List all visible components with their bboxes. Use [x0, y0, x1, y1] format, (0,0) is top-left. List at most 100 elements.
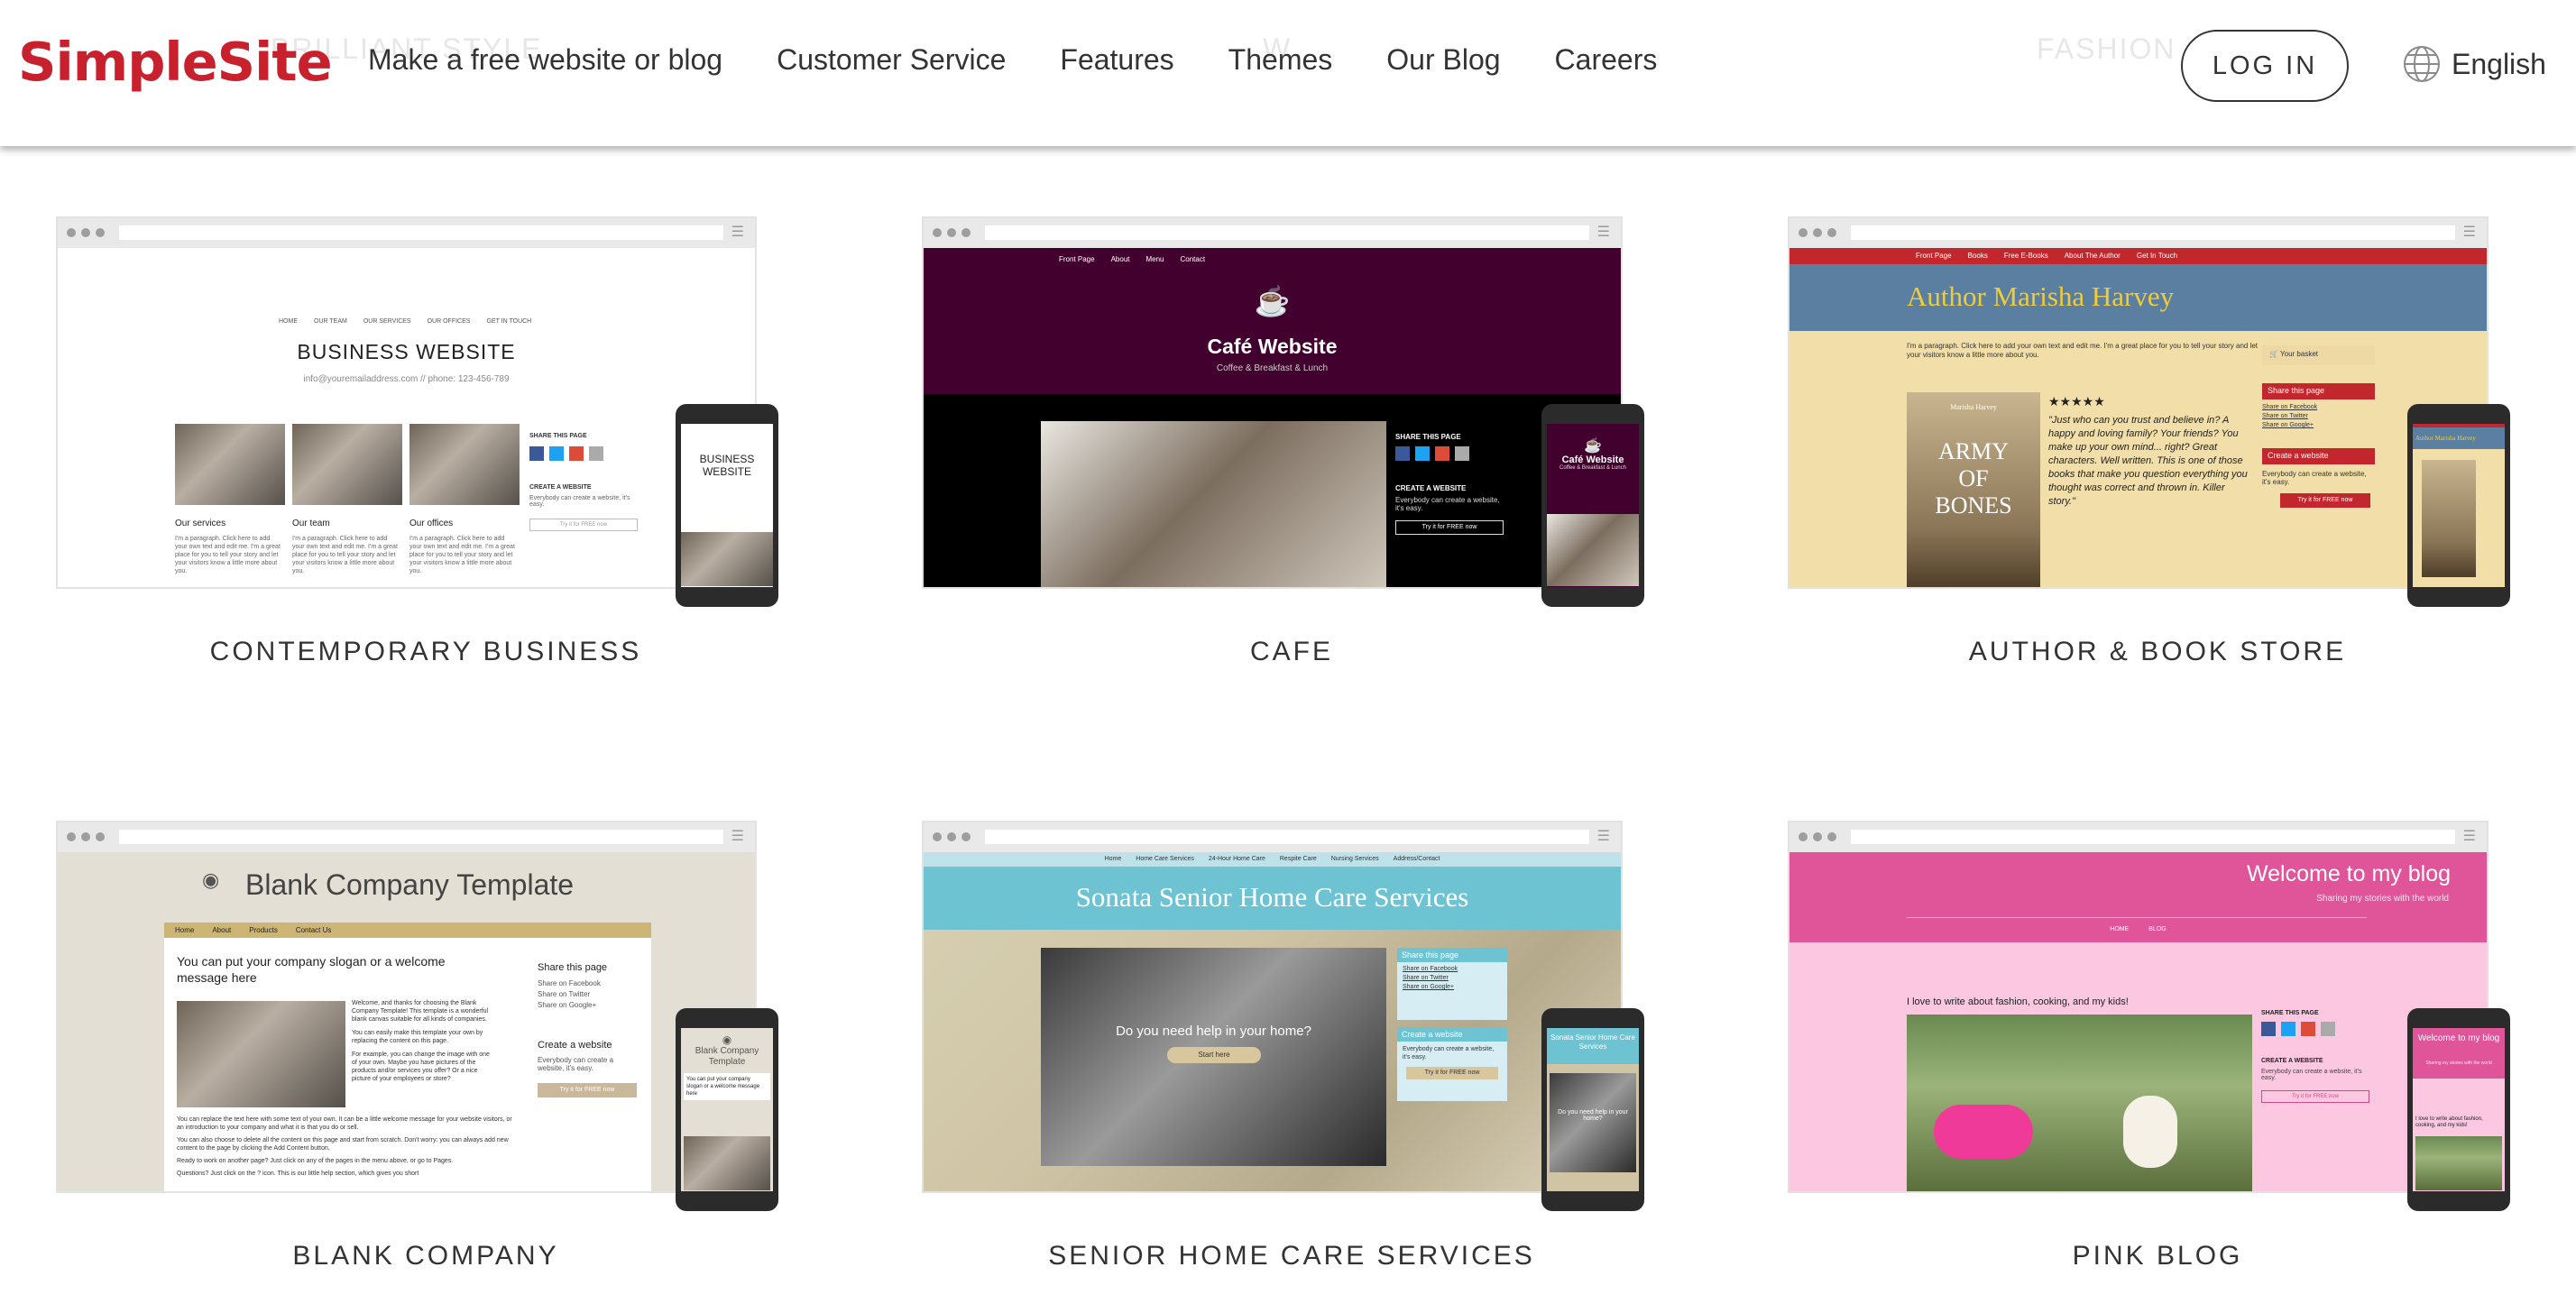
mobile-preview: ☕ Café Website Coffee & Breakfast & Lunc… [1541, 404, 1644, 607]
share-heading: SHARE THIS PAGE [1395, 433, 1461, 441]
site-nav-item: About [1110, 255, 1130, 263]
desktop-preview: ☰ ◉ Blank Company Template Home About Pr… [56, 821, 757, 1193]
start-here-button: Start here [1167, 1047, 1261, 1063]
share-link: Share on Facebook [2262, 404, 2318, 410]
site-nav-item: About [212, 926, 232, 934]
body-text: You can also choose to delete all the co… [177, 1137, 509, 1152]
create-heading: CREATE A WEBSITE [529, 484, 592, 491]
office-photo [175, 424, 285, 505]
body-text: Welcome, and thanks for choosing the Bla… [352, 1000, 489, 1023]
site-nav-item: HOME [2110, 926, 2130, 932]
login-button[interactable]: LOG IN [2181, 30, 2349, 102]
rating-stars: ★★★★★ [2048, 394, 2105, 409]
hero-text: Do you need help in your home? [1116, 1024, 1311, 1039]
nav-customer-service[interactable]: Customer Service [777, 43, 1006, 77]
phone-site-title: Author Marisha Harvey [2413, 427, 2505, 449]
template-card-blank-company[interactable]: ☰ ◉ Blank Company Template Home About Pr… [56, 821, 796, 1290]
site-nav-item: OUR OFFICES [427, 318, 471, 325]
share-link: Share on Twitter [2262, 413, 2308, 419]
simplesite-logo[interactable]: SimpleSite [18, 31, 333, 93]
template-card-senior-home-care[interactable]: ☰ Home Home Care Services 24-Hour Home C… [922, 821, 1661, 1290]
template-caption[interactable]: SENIOR HOME CARE SERVICES [922, 1241, 1661, 1272]
site-title: Author Marisha Harvey [1907, 280, 2175, 312]
template-card-pink-blog[interactable]: ☰ Welcome to my blog Sharing my stories … [1788, 821, 2527, 1290]
book-quote: "Just who can you trust and believe in? … [2048, 415, 2248, 507]
desktop-preview: ☰ HOME OUR TEAM OUR SERVICES OUR OFFICES… [56, 216, 757, 589]
create-heading: Create a website [1397, 1027, 1507, 1042]
phone-site-subtitle: Coffee & Breakfast & Lunch [1559, 465, 1626, 471]
coffee-cup-icon: ☕ [1584, 438, 1602, 454]
cta-button: Try it for FREE now [1395, 520, 1504, 535]
office-photo [409, 424, 520, 505]
cta-button: Try it for FREE now [2261, 1090, 2369, 1103]
site-nav-item: OUR SERVICES [363, 318, 411, 325]
share-heading: Share this page [2262, 383, 2375, 399]
create-text: Everybody can create a website, it's eas… [2261, 1069, 2362, 1081]
cta-button: Try it for FREE now [538, 1083, 637, 1097]
site-nav-item: Home Care Services [1136, 856, 1194, 862]
site-nav-item: Free E-Books [2003, 252, 2048, 260]
globe-icon [2404, 46, 2440, 82]
phone-site-title: Sonata Senior Home Care Services [1547, 1028, 1639, 1064]
nav-careers[interactable]: Careers [1555, 43, 1658, 77]
nav-themes[interactable]: Themes [1228, 43, 1333, 77]
phone-subtitle: Sharing my stories with the world [2425, 1060, 2492, 1066]
mobile-preview: Welcome to my blog Sharing my stories wi… [2407, 1008, 2510, 1211]
body-text: Questions? Just click on the ? icon. Thi… [177, 1171, 419, 1177]
coffee-cup-icon: ☕ [1254, 285, 1291, 317]
col-heading: Our services [175, 519, 226, 528]
template-caption[interactable]: CAFE [922, 637, 1661, 667]
browser-bar: ☰ [58, 822, 755, 852]
desktop-preview: ☰ Front Page About Menu Contact ☕ Café W… [922, 216, 1623, 589]
phone-site-title: Blank Company Template [695, 1046, 759, 1067]
site-header: BRILLIANT STYLE W FASHION SimpleSite Mak… [0, 0, 2576, 146]
template-caption[interactable]: BLANK COMPANY [56, 1241, 796, 1272]
share-link: Share on Google+ [538, 1001, 597, 1009]
create-text: Everybody can create a website, it's eas… [538, 1056, 614, 1072]
share-link: Share on Facebook [538, 979, 601, 987]
site-nav-item: BLOG [2148, 926, 2167, 932]
site-nav-item: Front Page [1059, 255, 1095, 263]
site-title: BUSINESS WEBSITE [297, 340, 516, 363]
site-nav-item: Address/Contact [1393, 856, 1440, 862]
template-card-cafe[interactable]: ☰ Front Page About Menu Contact ☕ Café W… [922, 216, 1661, 685]
company-slogan: You can put your company slogan or a wel… [177, 954, 446, 985]
site-title: Welcome to my blog [2246, 861, 2451, 886]
basket-box: 🛒 Your basket [2262, 345, 2375, 365]
phone-hero-text: Do you need help in your home? [1558, 1109, 1628, 1122]
browser-bar: ☰ [1789, 822, 2487, 852]
col-text: I'm a paragraph. Click here to add your … [409, 536, 515, 574]
create-text: Everybody can create a website, it's eas… [529, 495, 630, 508]
site-nav-item: Nursing Services [1330, 856, 1379, 862]
menu-icon: ☰ [1596, 225, 1610, 240]
language-selector[interactable]: English [2403, 45, 2546, 83]
menu-icon: ☰ [2462, 225, 2476, 240]
body-text: You can replace the text here with some … [177, 1116, 512, 1131]
phone-site-title: BUSINESS WEBSITE [699, 453, 755, 478]
cta-button: Try it for FREE now [2280, 493, 2370, 508]
store-photo [177, 1001, 345, 1107]
col-heading: Our team [292, 519, 330, 528]
nav-features[interactable]: Features [1060, 43, 1173, 77]
cafe-photo [1041, 421, 1386, 587]
template-caption[interactable]: AUTHOR & BOOK STORE [1788, 637, 2527, 667]
template-card-contemporary-business[interactable]: ☰ HOME OUR TEAM OUR SERVICES OUR OFFICES… [56, 216, 796, 685]
site-subtitle: Coffee & Breakfast & Lunch [1216, 363, 1329, 373]
nav-free-website[interactable]: Make a free website or blog [368, 43, 722, 77]
site-nav-item: Front Page [1916, 252, 1952, 260]
nav-our-blog[interactable]: Our Blog [1386, 43, 1500, 77]
target-icon: ◉ [722, 1033, 732, 1046]
template-card-author-book-store[interactable]: ☰ Front Page Books Free E-Books About Th… [1788, 216, 2527, 685]
body-text: Ready to work on another page? Just clic… [177, 1158, 454, 1164]
site-nav-item: Menu [1145, 255, 1164, 263]
template-caption[interactable]: PINK BLOG [1788, 1241, 2527, 1272]
template-caption[interactable]: CONTEMPORARY BUSINESS [56, 637, 796, 667]
desktop-preview: ☰ Front Page Books Free E-Books About Th… [1788, 216, 2489, 589]
phone-site-title: Café Website [1561, 454, 1624, 465]
share-link: Share on Twitter [538, 990, 591, 998]
menu-icon: ☰ [731, 829, 744, 844]
site-nav-item: GET IN TOUCH [486, 318, 532, 325]
site-nav-item: OUR TEAM [314, 318, 347, 325]
share-heading: SHARE THIS PAGE [2261, 1010, 2319, 1016]
cart-icon: 🛒 [2269, 350, 2281, 358]
